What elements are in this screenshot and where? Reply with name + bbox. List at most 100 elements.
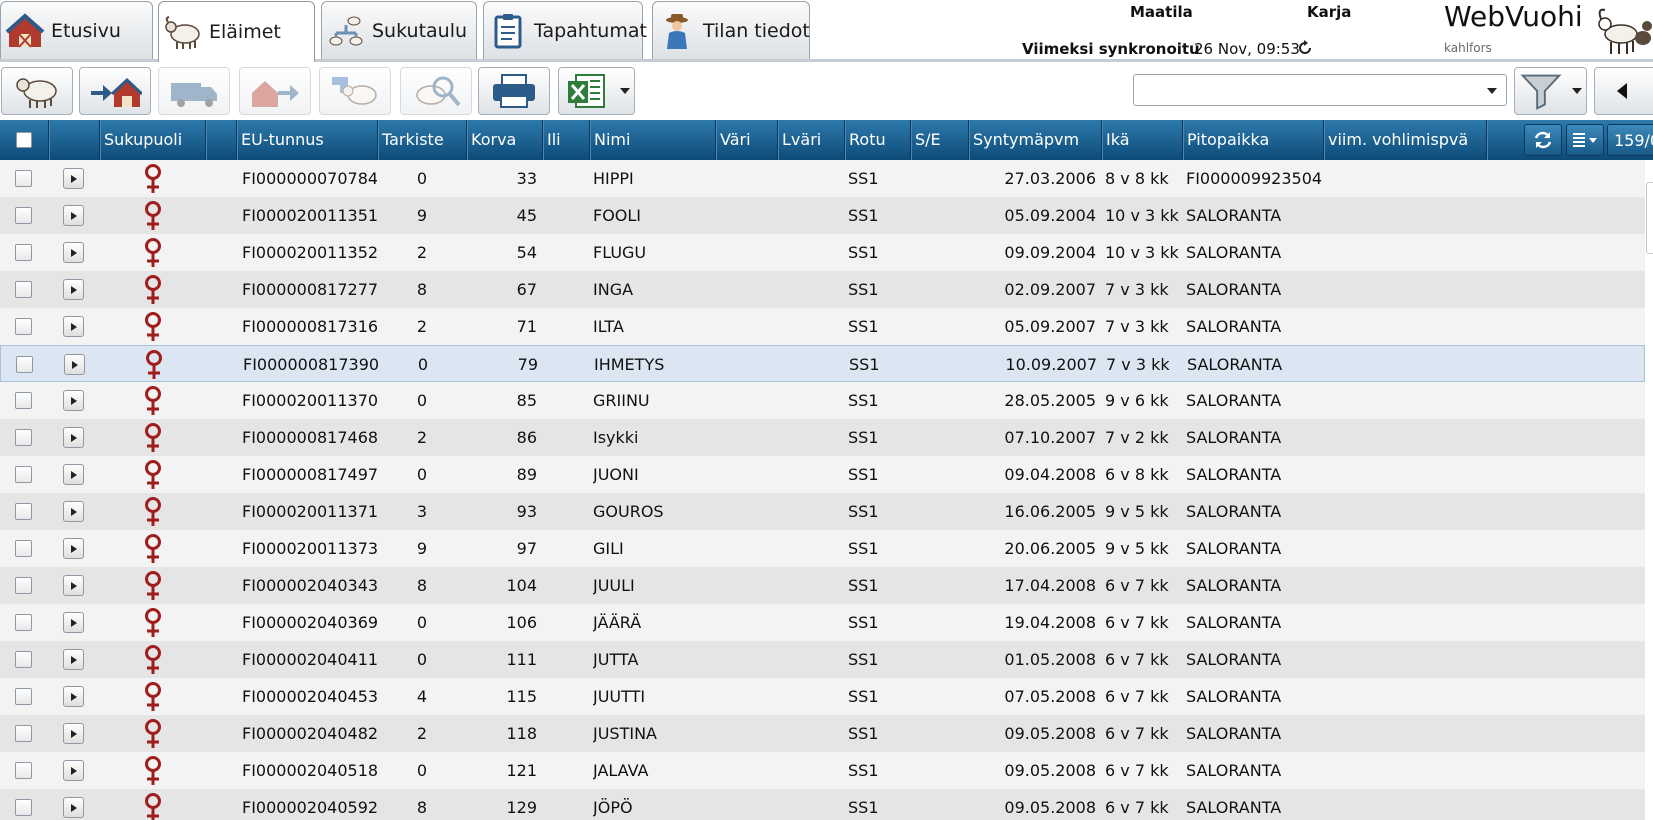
- tab-label: Eläimet: [209, 21, 281, 43]
- expand-row-button[interactable]: [63, 279, 84, 300]
- expand-row-button[interactable]: [63, 723, 84, 744]
- expand-row-button[interactable]: [63, 686, 84, 707]
- expand-row-button[interactable]: [63, 575, 84, 596]
- row-checkbox[interactable]: [15, 318, 32, 335]
- column-header-ika[interactable]: Ikä: [1102, 120, 1182, 160]
- column-chooser-button[interactable]: [1566, 124, 1604, 156]
- row-checkbox[interactable]: [15, 503, 32, 520]
- export-dropdown-button[interactable]: [615, 67, 635, 115]
- search-animal-button[interactable]: [400, 67, 472, 115]
- tab-etusivu[interactable]: Etusivu: [0, 1, 153, 59]
- vertical-scrollbar[interactable]: [1646, 182, 1653, 254]
- column-header-ili[interactable]: Ili: [543, 120, 589, 160]
- column-header-eu-tunnus[interactable]: EU-tunnus: [237, 120, 377, 160]
- filter-button[interactable]: [1514, 67, 1568, 115]
- grid-refresh-button[interactable]: [1524, 124, 1562, 156]
- table-row[interactable]: FI000020011370 0 85 GRIINU SS1 28.05.2005 9 v …: [0, 382, 1645, 419]
- search-combo-input[interactable]: [1133, 74, 1507, 106]
- tarkiste-cell: 0: [416, 650, 428, 669]
- row-checkbox[interactable]: [15, 799, 32, 816]
- expand-row-button[interactable]: [63, 464, 84, 485]
- expand-row-button[interactable]: [63, 649, 84, 670]
- refresh-icon[interactable]: [1297, 40, 1313, 56]
- row-checkbox[interactable]: [15, 281, 32, 298]
- table-row[interactable]: FI000020011351 9 45 FOOLI SS1 05.09.2004 10 v …: [0, 197, 1645, 234]
- column-header-lvari[interactable]: Lväri: [778, 120, 844, 160]
- expand-row-button[interactable]: [63, 390, 84, 411]
- row-checkbox[interactable]: [15, 614, 32, 631]
- mark-animal-button[interactable]: [319, 67, 391, 115]
- tab-tapahtumat[interactable]: Tapahtumat: [483, 1, 647, 59]
- table-row[interactable]: FI000000070784 0 33 HIPPI SS1 27.03.2006 8 v 8…: [0, 160, 1645, 197]
- remove-from-farm-button[interactable]: [239, 67, 311, 115]
- add-animal-button[interactable]: [1, 67, 73, 115]
- row-checkbox[interactable]: [15, 651, 32, 668]
- chevron-down-icon[interactable]: [1487, 88, 1497, 94]
- tab-elaimet[interactable]: Eläimet: [158, 1, 315, 62]
- column-header-sukupuoli[interactable]: Sukupuoli: [100, 120, 205, 160]
- table-row[interactable]: FI000002040453 4 115 JUUTTI SS1 07.05.2008 6 v…: [0, 678, 1645, 715]
- column-header-viim-vohlimispva[interactable]: viim. vohlimispvä: [1324, 120, 1486, 160]
- table-row[interactable]: FI000002040592 8 129 JÖPÖ SS1 09.05.2008 6 v 7…: [0, 789, 1645, 820]
- print-button[interactable]: [478, 67, 550, 115]
- table-row[interactable]: FI000020011371 3 93 GOUROS SS1 16.06.2005 9 v …: [0, 493, 1645, 530]
- row-checkbox[interactable]: [15, 725, 32, 742]
- row-checkbox[interactable]: [15, 762, 32, 779]
- export-excel-button[interactable]: [558, 67, 616, 115]
- eu-tunnus-cell: FI000020011351: [242, 206, 377, 225]
- collapse-panel-button[interactable]: [1594, 67, 1653, 115]
- row-checkbox[interactable]: [15, 540, 32, 557]
- table-row[interactable]: FI000000817277 8 67 INGA SS1 02.09.2007 7 v 3 …: [0, 271, 1645, 308]
- row-checkbox[interactable]: [15, 688, 32, 705]
- row-checkbox[interactable]: [15, 429, 32, 446]
- expand-row-button[interactable]: [63, 797, 84, 818]
- row-checkbox[interactable]: [16, 356, 33, 373]
- ili-cell: [543, 530, 589, 567]
- filter-dropdown-button[interactable]: [1567, 67, 1587, 115]
- expand-row-button[interactable]: [63, 760, 84, 781]
- table-row[interactable]: FI000020011352 2 54 FLUGU SS1 09.09.2004 10 v …: [0, 234, 1645, 271]
- transport-button[interactable]: [158, 67, 230, 115]
- expand-row-button[interactable]: [63, 205, 84, 226]
- column-header-nimi[interactable]: Nimi: [590, 120, 715, 160]
- table-row[interactable]: FI000000817390 0 79 IHMETYS SS1 10.09.2007 7 v…: [0, 345, 1645, 382]
- expand-row-button[interactable]: [63, 612, 84, 633]
- table-row[interactable]: FI000020011373 9 97 GILI SS1 20.06.2005 9 v 5 …: [0, 530, 1645, 567]
- table-row[interactable]: FI000000817316 2 71 ILTA SS1 05.09.2007 7 v 3 …: [0, 308, 1645, 345]
- expand-row-button[interactable]: [63, 242, 84, 263]
- korva-cell: 85: [516, 391, 537, 410]
- table-row[interactable]: FI000002040518 0 121 JALAVA SS1 09.05.2008 6 v…: [0, 752, 1645, 789]
- expand-row-button[interactable]: [64, 354, 85, 375]
- expand-row-button[interactable]: [63, 427, 84, 448]
- row-checkbox[interactable]: [15, 170, 32, 187]
- row-checkbox[interactable]: [15, 244, 32, 261]
- lvari-cell: [780, 604, 844, 641]
- column-header-syntymapvm[interactable]: Syntymäpvm: [969, 120, 1101, 160]
- column-header-korva[interactable]: Korva: [467, 120, 542, 160]
- move-to-farm-button[interactable]: [79, 67, 151, 115]
- table-row[interactable]: FI000000817468 2 86 Isykki SS1 07.10.2007 7 v …: [0, 419, 1645, 456]
- eu-tunnus-cell: FI000020011373: [242, 539, 377, 558]
- expand-row-button[interactable]: [63, 538, 84, 559]
- expand-row-button[interactable]: [63, 168, 84, 189]
- row-checkbox[interactable]: [15, 466, 32, 483]
- row-checkbox[interactable]: [15, 207, 32, 224]
- table-row[interactable]: FI000002040369 0 106 JÄÄRÄ SS1 19.04.2008 6 v …: [0, 604, 1645, 641]
- tab-sukutaulu[interactable]: Sukutaulu: [321, 1, 477, 59]
- expand-row-button[interactable]: [63, 501, 84, 522]
- column-header-tarkiste[interactable]: Tarkiste: [378, 120, 466, 160]
- table-row[interactable]: FI000002040482 2 118 JUSTINA SS1 09.05.2008 6 …: [0, 715, 1645, 752]
- ika-cell: 7 v 3 kk: [1105, 317, 1169, 336]
- table-row[interactable]: FI000000817497 0 89 JUONI SS1 09.04.2008 6 v 8…: [0, 456, 1645, 493]
- column-header-s-e[interactable]: S/E: [911, 120, 968, 160]
- table-row[interactable]: FI000002040411 0 111 JUTTA SS1 01.05.2008 6 v …: [0, 641, 1645, 678]
- expand-row-button[interactable]: [63, 316, 84, 337]
- table-row[interactable]: FI000002040343 8 104 JUULI SS1 17.04.2008 6 v …: [0, 567, 1645, 604]
- tab-tilan-tiedot[interactable]: Tilan tiedot: [652, 1, 810, 59]
- row-checkbox[interactable]: [15, 577, 32, 594]
- row-checkbox[interactable]: [15, 392, 32, 409]
- select-all-checkbox[interactable]: [16, 132, 32, 148]
- column-header-rotu[interactable]: Rotu: [845, 120, 910, 160]
- column-header-vari[interactable]: Väri: [716, 120, 777, 160]
- column-header-pitopaikka[interactable]: Pitopaikka: [1183, 120, 1323, 160]
